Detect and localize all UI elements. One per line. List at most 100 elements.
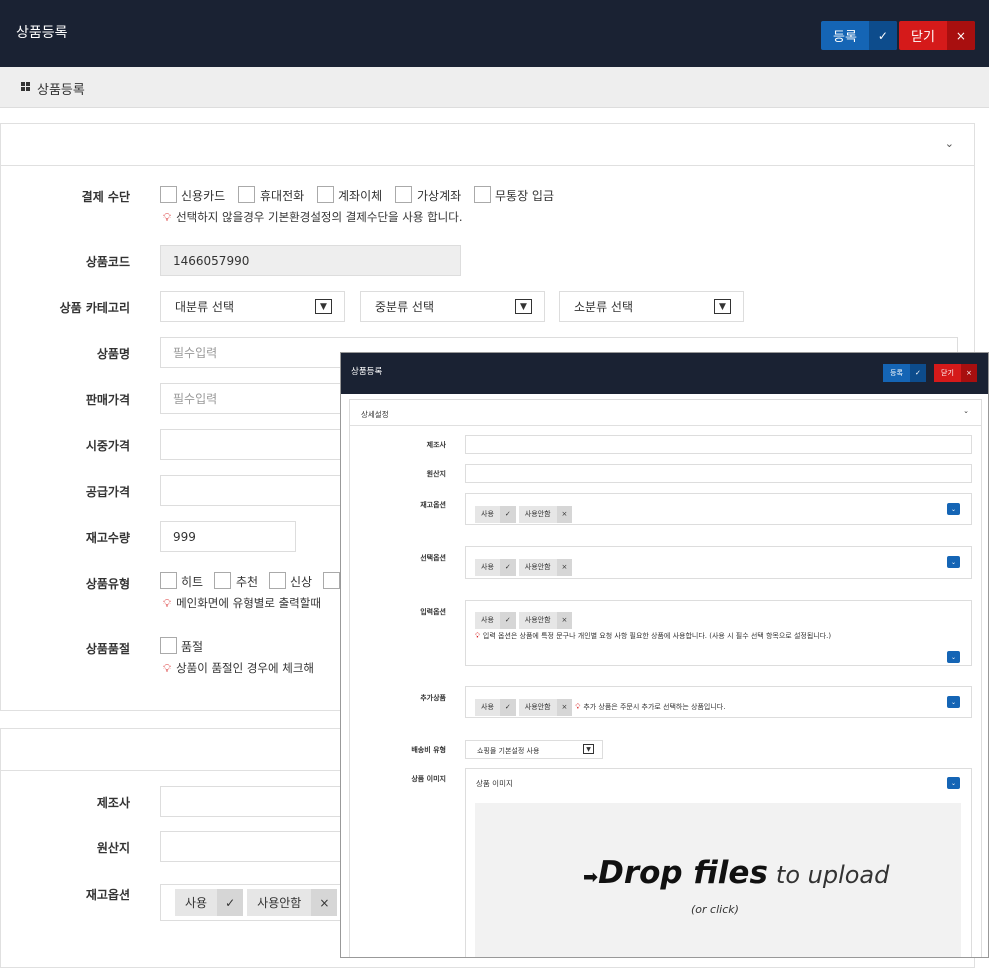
option-phone: 휴대전화 xyxy=(260,189,305,203)
tag-use: 사용 ✓ xyxy=(475,698,516,716)
option-transfer: 계좌이체 xyxy=(338,189,383,203)
chevron-down-icon: ▼ xyxy=(315,299,332,314)
stock-label: 재고수량 xyxy=(85,531,130,545)
check-icon: ✓ xyxy=(499,558,516,576)
tag-nouse: 사용안함 × xyxy=(518,698,573,716)
tag-nouse: 사용안함 × xyxy=(518,558,573,576)
close-icon: × xyxy=(556,611,573,629)
ov-select-option-label: 선택옵션 xyxy=(420,554,446,562)
code-label: 상품코드 xyxy=(85,255,130,269)
category-minor-select[interactable]: 소분류 선택 ▼ xyxy=(559,291,744,322)
soldout-label: 상품품절 xyxy=(85,642,130,656)
maker-label: 제조사 xyxy=(96,796,130,810)
drop-sub-text: (or click) xyxy=(691,903,739,916)
close-icon: × xyxy=(311,889,338,916)
stock-input[interactable]: 999 xyxy=(160,521,296,552)
product-code-field: 1466057990 xyxy=(160,245,461,276)
checkbox-new[interactable] xyxy=(269,572,286,589)
payment-label: 결제 수단 xyxy=(81,190,130,204)
ov-stock-option-box[interactable]: 사용 ✓ 사용안함 × ⌄ xyxy=(465,493,972,525)
chevron-down-icon[interactable]: ⌄ xyxy=(947,503,960,515)
stock-option-label: 재고옵션 xyxy=(85,888,130,902)
checkbox-hit[interactable] xyxy=(160,572,177,589)
option-hit: 히트 xyxy=(181,575,204,589)
checkbox-extra[interactable] xyxy=(323,572,340,589)
tag-nouse: 사용안함 × xyxy=(518,505,573,523)
tag-use: 사용 ✓ xyxy=(475,505,516,523)
ov-maker-label: 제조사 xyxy=(426,441,446,449)
lightbulb-icon: 💡︎ xyxy=(163,596,172,610)
chevron-down-icon[interactable]: ⌄ xyxy=(963,407,969,415)
category-middle-select[interactable]: 중분류 선택 ▼ xyxy=(360,291,545,322)
breadcrumb-title: 상품등록 xyxy=(37,83,85,98)
checkbox-soldout[interactable] xyxy=(160,637,177,654)
ov-extra-box[interactable]: 사용 ✓ 사용안함 × 💡︎ 추가 상품은 주문시 추가로 선택하는 상품입니다. ⌄ xyxy=(465,686,972,718)
chevron-down-icon[interactable]: ⌄ xyxy=(947,556,960,568)
price-label: 판매가격 xyxy=(85,393,130,407)
checkbox-deposit[interactable] xyxy=(474,186,491,203)
close-button[interactable]: 닫기 × xyxy=(899,21,975,50)
register-button[interactable]: 등록 ✓ xyxy=(821,21,897,50)
ov-image-label: 상품 이미지 xyxy=(411,775,446,783)
check-icon: ✓ xyxy=(909,364,926,382)
check-icon: ✓ xyxy=(499,611,516,629)
checkbox-phone[interactable] xyxy=(238,186,255,203)
chevron-down-icon[interactable]: ⌄ xyxy=(947,777,960,789)
close-icon: × xyxy=(556,558,573,576)
ov-maker-input[interactable] xyxy=(465,435,972,454)
grid-icon xyxy=(21,82,30,91)
check-icon: ✓ xyxy=(868,21,897,50)
section-title: 상세설정 xyxy=(361,410,389,419)
drop-zone[interactable]: ➡︎Drop files to upload (or click) xyxy=(475,803,961,957)
option-new: 신상 xyxy=(290,575,313,589)
category-major-select[interactable]: 대분류 선택 ▼ xyxy=(160,291,345,322)
chevron-down-icon: ▼ xyxy=(583,744,594,754)
tag-use: 사용 ✓ xyxy=(475,611,516,629)
ov-input-option-box[interactable]: 사용 ✓ 사용안함 × 💡︎ 입력 옵션은 상품에 특정 문구나 개인별 요청 사항 필… xyxy=(465,600,972,666)
checkbox-virtual[interactable] xyxy=(395,186,412,203)
extra-hint: 💡︎ 추가 상품은 주문시 추가로 선택하는 상품입니다. xyxy=(575,703,726,711)
lightbulb-icon: 💡︎ xyxy=(163,661,172,675)
ov-origin-input[interactable] xyxy=(465,464,972,483)
tag-nouse[interactable]: 사용안함 × xyxy=(247,889,338,916)
overlay-panel-header[interactable]: 상세설정 ⌄ xyxy=(350,400,981,426)
type-label: 상품유형 xyxy=(85,577,130,591)
overlay-top-bar: 상품등록 등록 ✓ 닫기 × xyxy=(341,353,988,394)
name-label: 상품명 xyxy=(96,347,130,361)
ov-input-option-label: 입력옵션 xyxy=(420,608,446,616)
overlay-close-button[interactable]: 닫기 × xyxy=(934,364,977,382)
soldout-hint: 💡︎ 상품이 품절인 경우에 체크해 xyxy=(163,661,314,675)
chevron-down-icon[interactable]: ⌄ xyxy=(947,651,960,663)
lightbulb-icon: 💡︎ xyxy=(163,210,172,224)
lightbulb-icon: 💡︎ xyxy=(575,703,581,711)
option-soldout: 품절 xyxy=(181,640,204,654)
input-option-hint: 💡︎ 입력 옵션은 상품에 특정 문구나 개인별 요청 사항 필요한 상품에 사용… xyxy=(475,631,832,640)
chevron-down-icon[interactable]: ⌄ xyxy=(947,696,960,708)
chevron-down-icon: ▼ xyxy=(714,299,731,314)
panel-header[interactable]: ⌄ xyxy=(1,124,974,166)
tag-use[interactable]: 사용 ✓ xyxy=(175,889,244,916)
checkbox-card[interactable] xyxy=(160,186,177,203)
ov-shipping-select[interactable]: 쇼핑몰 기본설정 사용 ▼ xyxy=(465,740,603,759)
check-icon: ✓ xyxy=(499,505,516,523)
tag-use: 사용 ✓ xyxy=(475,558,516,576)
ov-origin-label: 원산지 xyxy=(426,470,446,478)
close-icon: × xyxy=(556,505,573,523)
option-virtual: 가상계좌 xyxy=(417,189,462,203)
overlay-register-button[interactable]: 등록 ✓ xyxy=(883,364,926,382)
category-label: 상품 카테고리 xyxy=(59,301,130,315)
checkbox-transfer[interactable] xyxy=(317,186,334,203)
close-icon: × xyxy=(946,21,975,50)
type-hint: 💡︎ 메인화면에 유형별로 출력할때 xyxy=(163,596,321,610)
ov-stock-option-label: 재고옵션 xyxy=(420,501,446,509)
window-title: 상품등록 xyxy=(16,25,68,41)
chevron-down-icon: ▼ xyxy=(515,299,532,314)
supply-price-label: 공급가격 xyxy=(85,485,130,499)
ov-select-option-box[interactable]: 사용 ✓ 사용안함 × ⌄ xyxy=(465,546,972,579)
top-bar: 상품등록 등록 ✓ 닫기 × xyxy=(0,0,989,67)
checkbox-recommend[interactable] xyxy=(214,572,231,589)
chevron-down-icon[interactable]: ⌄ xyxy=(945,137,954,150)
register-label: 등록 xyxy=(833,30,857,45)
tag-nouse: 사용안함 × xyxy=(518,611,573,629)
overlay-window: 상품등록 등록 ✓ 닫기 × 상세설정 ⌄ 제조사 원산지 재고옵션 사용 ✓ 사용안함… xyxy=(340,352,989,958)
